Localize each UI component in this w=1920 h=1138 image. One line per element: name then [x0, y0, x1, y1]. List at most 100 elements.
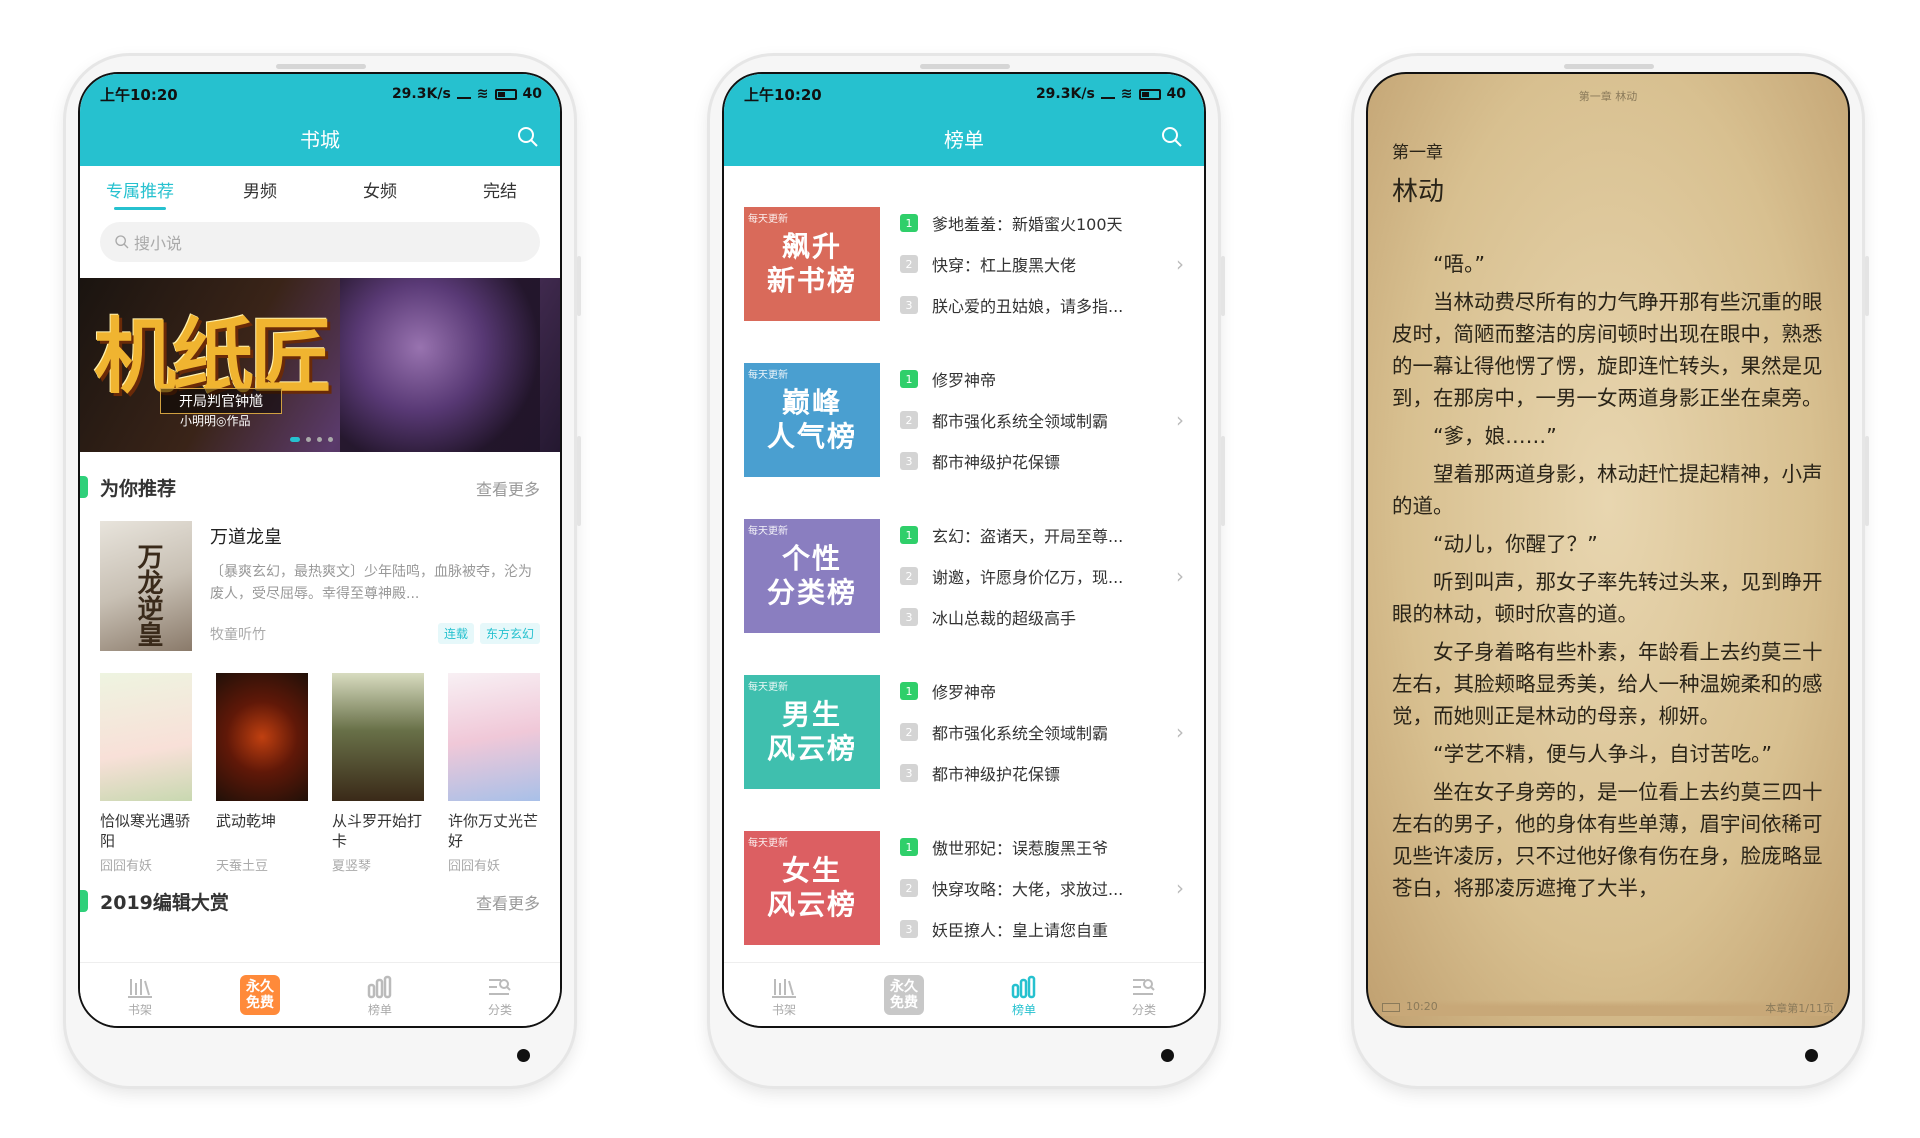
ranking-title-line1: 个性: [781, 542, 842, 575]
ranking-item[interactable]: 1 玄幻：盗诸天，开局至尊...: [900, 515, 1188, 556]
reader-time-text: 10:20: [1406, 1000, 1438, 1013]
grid-book[interactable]: 许你万丈光芒好 囧囧有妖: [448, 673, 540, 874]
chevron-right-icon[interactable]: ›: [1176, 720, 1184, 744]
daily-update-label: 每天更新: [748, 838, 788, 849]
ranking-item[interactable]: 2 快穿攻略：大佬，求放过...: [900, 868, 1188, 909]
ranking-item[interactable]: 1 修罗神帝: [900, 359, 1188, 400]
search-input-icon: [115, 235, 129, 249]
search-icon[interactable]: [516, 125, 540, 149]
volume-button: [1865, 256, 1869, 316]
search-icon[interactable]: [1160, 125, 1184, 149]
nav-category[interactable]: 分类: [440, 963, 560, 1026]
banner-art: [340, 278, 540, 452]
ranking-item[interactable]: 3 妖臣撩人：皇上请您自重: [900, 909, 1188, 950]
ranking-item[interactable]: 3 朕心爱的丑姑娘，请多指...: [900, 285, 1188, 326]
banner-tagline: 开局判官钟馗: [160, 388, 282, 414]
battery-level: 40: [1166, 86, 1186, 102]
nav-category[interactable]: 分类: [1084, 963, 1204, 1026]
ranking-row[interactable]: 每天更新 个性 分类榜 1 玄幻：盗诸天，开局至尊... 2 谢邀，许愿身价亿万，现…: [744, 498, 1188, 654]
nav-label: 书架: [127, 1003, 152, 1017]
ranking-item[interactable]: 1 修罗神帝: [900, 671, 1188, 712]
reader-header: 第一章 林动: [1578, 90, 1638, 103]
speaker: [1564, 64, 1654, 69]
paragraph: 听到叫声，那女子率先转过头来，见到睁开眼的林动，顿时欣喜的道。: [1392, 570, 1823, 626]
chapter-text: “唔。” 当林动费尽所有的力气睁开那有些沉重的眼皮时，简陋而整洁的房间顿时出现在…: [1368, 208, 1848, 904]
book-grid: 恰似寒光遇骄阳 囧囧有妖 武动乾坤 天蚕土豆 从斗罗开始打卡 夏竖琴 许你万丈光…: [80, 651, 560, 874]
chevron-right-icon[interactable]: ›: [1176, 876, 1184, 900]
book-name: 万道龙皇: [210, 527, 282, 548]
ranking-item[interactable]: 2 快穿：杠上腹黑大佬: [900, 244, 1188, 285]
paragraph: “动儿，你醒了？”: [1433, 532, 1598, 556]
daily-update-label: 每天更新: [748, 526, 788, 537]
book-author: 夏竖琴: [332, 859, 372, 874]
nav-free[interactable]: 永久 免费: [844, 963, 964, 1026]
ranking-item[interactable]: 3 都市神级护花保镖: [900, 441, 1188, 482]
ranking-item[interactable]: 2 谢邀，许愿身价亿万，现...: [900, 556, 1188, 597]
ranking-item-text: 快穿攻略：大佬，求放过...: [932, 880, 1124, 899]
featured-book[interactable]: 万道龙皇 〔暴爽玄幻，最热爽文〕少年陆鸣，血脉被夺，沦为废人，受尽屈辱。幸得至尊…: [80, 501, 560, 651]
tab-male[interactable]: 男频: [200, 177, 320, 208]
phone-reader: 第一章 林动 第一章 林动 “唔。” 当林动费尽所有的力气睁开那有些沉重的眼皮时…: [1354, 56, 1869, 1086]
tab-finished[interactable]: 完结: [440, 177, 560, 208]
chevron-right-icon[interactable]: ›: [1176, 408, 1184, 432]
tab-recommend[interactable]: 专属推荐: [80, 177, 200, 210]
ranking-row[interactable]: 每天更新 男生 风云榜 1 修罗神帝 2 都市强化系统全领域制霸 3 都市神级护花保镖…: [744, 654, 1188, 810]
chevron-right-icon[interactable]: ›: [1176, 252, 1184, 276]
wifi-icon: ≋: [1120, 86, 1133, 102]
book-tags: 连载 东方玄幻: [437, 623, 540, 644]
page-progress: 本章第1/11页: [1765, 1002, 1834, 1015]
category-tabs: 专属推荐 男频 女频 完结: [80, 166, 560, 218]
chapter-title: 林动: [1392, 177, 1445, 207]
ranking-row[interactable]: 每天更新 巅峰 人气榜 1 修罗神帝 2 都市强化系统全领域制霸 3 都市神级护花保镖…: [744, 342, 1188, 498]
grid-book[interactable]: 武动乾坤 天蚕土豆: [216, 673, 308, 874]
chevron-right-icon[interactable]: ›: [1176, 564, 1184, 588]
grid-book[interactable]: 从斗罗开始打卡 夏竖琴: [332, 673, 424, 874]
nav-label: 榜单: [367, 1003, 392, 1017]
banner[interactable]: 机纸匠 开局判官钟馗 小明明◎作品: [80, 278, 560, 452]
nav-bookshelf[interactable]: 书架: [80, 963, 200, 1026]
reader-screen[interactable]: 第一章 林动 第一章 林动 “唔。” 当林动费尽所有的力气睁开那有些沉重的眼皮时…: [1366, 72, 1850, 1028]
ranking-item[interactable]: 3 冰山总裁的超级高手: [900, 597, 1188, 638]
ranking-item[interactable]: 2 都市强化系统全领域制霸: [900, 400, 1188, 441]
ranking-item[interactable]: 2 都市强化系统全领域制霸: [900, 712, 1188, 753]
paragraph: “学艺不精，便与人争斗，自讨苦吃。”: [1433, 742, 1772, 766]
tab-female[interactable]: 女频: [320, 177, 440, 208]
book-cover: [100, 673, 192, 801]
rank-number: 1: [900, 370, 918, 388]
book-author: 天蚕土豆: [216, 859, 269, 874]
ranking-row[interactable]: 每天更新 飙升 新书榜 1 爹地羞羞：新婚蜜火100天 2 快穿：杠上腹黑大佬 3朕…: [744, 186, 1188, 342]
ranking-item-text: 都市强化系统全领域制霸: [932, 412, 1109, 431]
ranking-item[interactable]: 1 爹地羞羞：新婚蜜火100天: [900, 203, 1188, 244]
rank-number: 3: [900, 296, 918, 314]
status-time: 上午10:20: [100, 85, 178, 104]
ranking-item[interactable]: 3 都市神级护花保镖: [900, 753, 1188, 794]
battery-icon: [1382, 1002, 1400, 1012]
search-input[interactable]: 搜小说: [100, 222, 540, 262]
book-meta: 牧童听竹 连载 东方玄幻: [210, 623, 540, 644]
daily-update-label: 每天更新: [748, 682, 788, 693]
speaker: [276, 64, 366, 69]
nav-ranking[interactable]: 榜单: [964, 963, 1084, 1026]
nav-ranking[interactable]: 榜单: [320, 963, 440, 1026]
rank-number: 1: [900, 214, 918, 232]
book-author: 囧囧有妖: [100, 859, 153, 874]
banner-author: 小明明◎作品: [180, 414, 251, 428]
book-desc: 〔暴爽玄幻，最热爽文〕少年陆鸣，血脉被夺，沦为废人，受尽屈辱。幸得至尊神殿...: [210, 564, 532, 602]
grid-book[interactable]: 恰似寒光遇骄阳 囧囧有妖: [100, 673, 192, 874]
ranking-item[interactable]: 1 傲世邪妃：误惹腹黑王爷: [900, 827, 1188, 868]
ranking-title-line2: 风云榜: [766, 732, 857, 765]
more-link[interactable]: 查看更多: [476, 476, 540, 500]
ranking-item-text: 朕心爱的丑姑娘，请多指...: [932, 297, 1124, 316]
speaker: [920, 64, 1010, 69]
book-author: 牧童听竹: [210, 626, 266, 643]
power-button: [577, 436, 581, 526]
ranking-items: 1 爹地羞羞：新婚蜜火100天 2 快穿：杠上腹黑大佬 3 朕心爱的丑姑娘，请多指..…: [900, 203, 1188, 326]
ranking-row[interactable]: 每天更新 女生 风云榜 1 傲世邪妃：误惹腹黑王爷 2 快穿攻略：大佬，求放过...…: [744, 810, 1188, 966]
nav-label: 书架: [771, 1003, 796, 1017]
nav-bookshelf[interactable]: 书架: [724, 963, 844, 1026]
book-info: 万道龙皇 〔暴爽玄幻，最热爽文〕少年陆鸣，血脉被夺，沦为废人，受尽屈辱。幸得至尊…: [192, 521, 540, 651]
more-link[interactable]: 查看更多: [476, 890, 540, 914]
free-badge-icon: 永久 免费: [884, 974, 924, 1015]
book-cover: [100, 521, 192, 651]
nav-free[interactable]: 永久 免费: [200, 963, 320, 1026]
